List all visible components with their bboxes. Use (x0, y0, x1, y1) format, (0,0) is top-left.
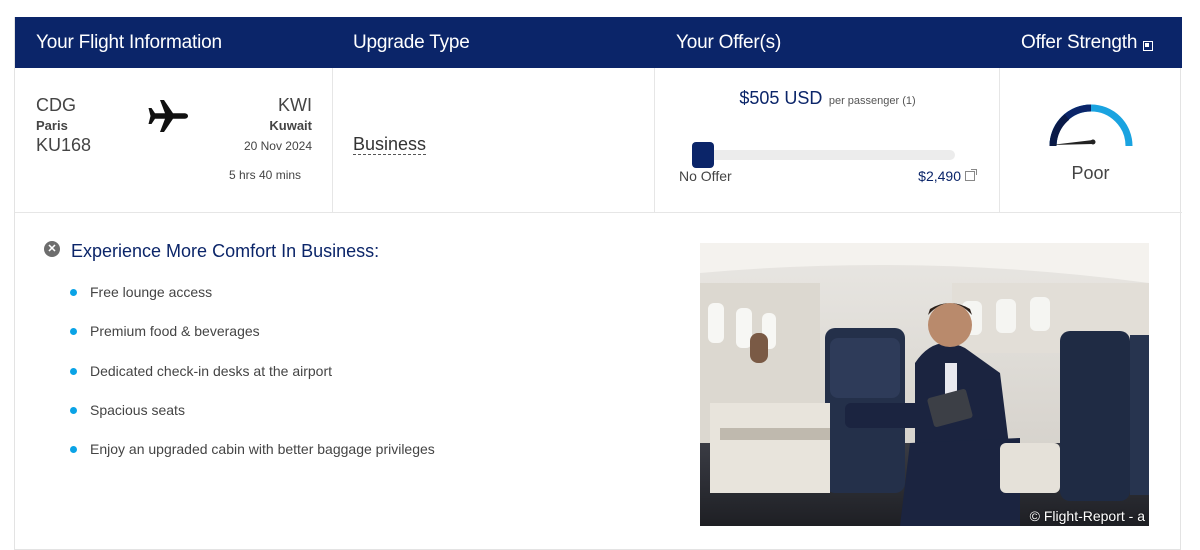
offer-slider-handle[interactable] (692, 142, 714, 168)
offer-amount-line: $505 USD per passenger (1) (655, 88, 1000, 109)
list-item: Dedicated check-in desks at the airport (70, 363, 435, 402)
upgrade-type-cell: Business (333, 68, 655, 212)
table-header: Your Flight Information Upgrade Type You… (15, 17, 1182, 68)
cabin-illustration (700, 243, 1149, 526)
strength-label: Poor (1071, 163, 1110, 183)
header-flight-info: Your Flight Information (36, 31, 222, 53)
offers-cell: $505 USD per passenger (1) No Offer $2,4… (655, 68, 1000, 212)
offer-slider-track[interactable] (692, 150, 955, 160)
header-offer-strength-label: Offer Strength (1021, 31, 1138, 53)
offer-row: CDG Paris KU168 KWI Kuwait 20 Nov 2024 5… (15, 68, 1182, 213)
benefits-list: Free lounge access Premium food & bevera… (70, 284, 435, 480)
flight-duration: 5 hrs 40 mins (229, 168, 302, 182)
offer-per-passenger: per passenger (1) (828, 95, 916, 107)
offer-amount: $505 USD (739, 88, 823, 108)
origin-code: CDG (36, 95, 76, 115)
info-icon[interactable] (1143, 39, 1154, 51)
flight-date: 20 Nov 2024 (243, 139, 312, 153)
strength-gauge (1049, 104, 1133, 147)
list-item: Premium food & beverages (70, 323, 435, 362)
external-link-icon[interactable] (965, 169, 977, 181)
airplane-icon (148, 100, 188, 132)
header-upgrade-type: Upgrade Type (353, 31, 470, 53)
header-offer-strength: Offer Strength (1000, 17, 1182, 68)
business-cabin-photo: © Flight-Report - a (700, 243, 1149, 526)
header-offers: Your Offer(s) (676, 31, 782, 53)
photo-credit: © Flight-Report - a (1029, 508, 1145, 524)
offer-strength-cell: Poor (1000, 68, 1181, 212)
origin-city: Paris (36, 118, 68, 133)
flight-number: KU168 (36, 135, 92, 155)
slider-max[interactable]: $2,490 (918, 168, 977, 184)
list-item: Free lounge access (70, 284, 435, 323)
upgrade-type-link[interactable]: Business (353, 134, 427, 155)
slider-max-label: $2,490 (918, 168, 961, 184)
list-item: Enjoy an upgraded cabin with better bagg… (70, 441, 435, 480)
list-item: Spacious seats (70, 402, 435, 441)
comfort-title: Experience More Comfort In Business: (71, 241, 380, 261)
destination-code: KWI (278, 95, 312, 115)
slider-min-label: No Offer (679, 168, 732, 184)
flight-info-cell: CDG Paris KU168 KWI Kuwait 20 Nov 2024 5… (15, 68, 333, 212)
close-circle-icon[interactable]: ✕ (44, 241, 60, 257)
destination-city: Kuwait (269, 118, 312, 133)
